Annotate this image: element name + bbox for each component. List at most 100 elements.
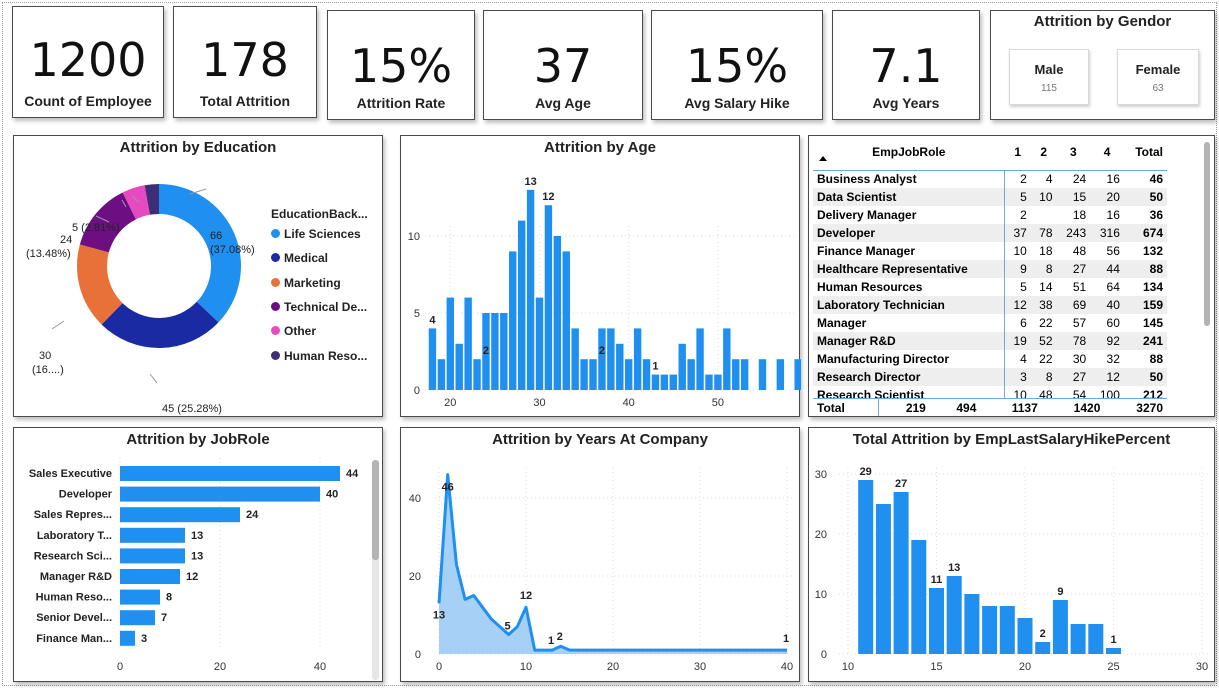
matrix-column-header[interactable]: 3 [1057, 140, 1091, 164]
matrix-cell: 32 [1106, 352, 1120, 366]
salaryhike-bar [999, 606, 1015, 654]
matrix-cell: 16 [1106, 172, 1120, 187]
matrix-cell: 88 [1149, 352, 1163, 366]
education-donut-chart: 66 (37.08%) 45 (25.28%) 30 (16....) 24 (13.48%… [26, 184, 255, 415]
bar-data-label: 4 [429, 314, 436, 326]
matrix-cell: 316 [1099, 226, 1120, 240]
point-data-label: 13 [433, 609, 445, 621]
matrix-column-header[interactable]: Total [1124, 140, 1167, 164]
age-bar [642, 359, 651, 390]
matrix-scrollbar[interactable] [1204, 142, 1210, 326]
table-row[interactable]: Manager 6 22 57 60 145 [813, 314, 1167, 332]
y-tick-label: 5 [414, 308, 420, 320]
legend-item[interactable]: Life Sciences [271, 227, 361, 241]
gender-card-female[interactable]: Female 63 [1117, 49, 1199, 105]
kpi-card-count-employee[interactable]: 1200 Count of Employee [12, 6, 164, 118]
gender-value: 115 [1041, 83, 1057, 94]
table-row[interactable]: Manager R&D 19 52 78 92 241 [813, 332, 1167, 350]
age-bar [740, 359, 749, 390]
matrix-row-label: Finance Manager [813, 242, 1006, 260]
matrix-cell: 46 [1149, 172, 1163, 187]
age-bar [535, 297, 544, 390]
category-label: Research Sci... [34, 550, 112, 562]
x-tick-label: 20 [607, 661, 619, 673]
x-tick-label: 40 [623, 397, 635, 409]
age-bar [544, 205, 553, 390]
point-data-label: 12 [520, 590, 532, 602]
matrix-column-header[interactable]: 2 [1031, 140, 1057, 164]
kpi-card-avg-age[interactable]: 37 Avg Age [483, 10, 643, 120]
kpi-label: Total Attrition [199, 93, 291, 109]
matrix-cell: 243 [1066, 226, 1087, 240]
bar-data-label: 1 [652, 361, 658, 373]
matrix-row-label: Manufacturing Director [813, 350, 1006, 368]
matrix-cell: 50 [1149, 190, 1163, 204]
matrix-corner-header[interactable]: EmpJobRole [813, 140, 1005, 164]
table-row[interactable]: Business Analyst 2 4 24 16 46 [813, 170, 1167, 188]
legend-item[interactable]: Medical [271, 251, 328, 265]
legend-label: Medical [284, 251, 329, 266]
kpi-card-avg-years[interactable]: 7.1 Avg Years [832, 10, 980, 120]
matrix-column-header[interactable]: 1 [1005, 140, 1031, 164]
matrix-cell: 78 [1039, 226, 1053, 240]
matrix-cell: 27 [1072, 370, 1087, 384]
age-bar [571, 328, 579, 390]
matrix-cell: 10 [1039, 190, 1053, 204]
jobrole-scroll-thumb[interactable] [372, 460, 379, 560]
table-row[interactable]: Delivery Manager 2 18 16 36 [813, 206, 1167, 224]
table-row[interactable]: Laboratory Technician 12 38 69 40 159 [813, 296, 1167, 314]
legend-dot-icon [271, 350, 280, 360]
table-row[interactable]: Data Scientist 5 10 15 20 50 [813, 188, 1167, 206]
category-label: Senior Devel... [36, 612, 112, 624]
age-bar [714, 374, 722, 390]
age-bar [580, 359, 588, 390]
salaryhike-bar [1088, 624, 1104, 654]
table-row[interactable]: Manufacturing Director 4 22 30 32 88 [813, 350, 1167, 368]
jobrole-scrollbar[interactable] [372, 460, 379, 680]
legend-item[interactable]: Marketing [271, 276, 341, 290]
salaryhike-bar [911, 540, 927, 654]
table-row[interactable]: Research Director 3 8 27 12 50 [813, 368, 1167, 386]
table-row[interactable]: Healthcare Representative 9 8 27 44 88 [813, 260, 1167, 278]
matrix-cell: 18 [1039, 244, 1053, 258]
matrix-cell: 24 [1072, 172, 1087, 187]
gender-card-male[interactable]: Male 115 [1009, 49, 1089, 105]
age-bar [562, 251, 570, 390]
age-bar [651, 374, 660, 390]
matrix-scroll-thumb[interactable] [1204, 142, 1210, 326]
jobrole-matrix-panel: EmpJobRole 1 2 3 4 Total Business Analyst 2 4 24 1… [808, 135, 1215, 417]
matrix-cell: 1420 [1073, 400, 1101, 415]
bar-data-label: 40 [326, 489, 338, 501]
matrix-column-header[interactable]: 4 [1090, 140, 1124, 164]
kpi-label: Count of Employee [24, 93, 152, 109]
kpi-card-avg-salary-hike[interactable]: 15% Avg Salary Hike [651, 10, 823, 120]
age-bar [732, 359, 740, 390]
legend-item[interactable]: Human Reso... [271, 349, 367, 363]
table-row[interactable]: Human Resources 5 14 51 64 134 [813, 278, 1167, 296]
kpi-card-total-attrition[interactable]: 178 Total Attrition [173, 6, 317, 118]
matrix-cell: 12 [1106, 370, 1120, 384]
salaryhike-bar [1017, 618, 1033, 654]
bar-data-label: 13 [191, 550, 203, 562]
gender-value: 63 [1152, 83, 1164, 94]
y-tick-label: 40 [409, 493, 421, 505]
table-row[interactable]: Developer 37 78 243 316 674 [813, 224, 1167, 242]
jobrole-bar [120, 569, 180, 584]
x-tick-label: 25 [1107, 661, 1119, 673]
y-tick-label: 20 [409, 571, 421, 583]
matrix-cell: 48 [1072, 244, 1087, 258]
matrix-total-row[interactable]: Total 219 494 1137 1420 3270 [813, 398, 1167, 416]
kpi-value: 178 [201, 33, 289, 87]
donut-data-label: (16....) [32, 364, 64, 376]
kpi-label: Attrition Rate [356, 95, 446, 111]
matrix-row-label: Delivery Manager [813, 206, 1006, 224]
legend-item[interactable]: Other [271, 324, 316, 338]
legend-item[interactable]: Technical De... [271, 300, 367, 314]
matrix-cell: 15 [1072, 190, 1087, 204]
matrix-cell: 18 [1072, 208, 1087, 222]
table-row[interactable]: Finance Manager 10 18 48 56 132 [813, 242, 1167, 260]
bar-data-label: 2 [599, 345, 605, 357]
matrix-cell: 51 [1072, 280, 1087, 294]
years-panel: Attrition by Years At Company 0 20 40 0 10 20… [400, 427, 800, 682]
kpi-card-attrition-rate[interactable]: 15% Attrition Rate [327, 10, 475, 120]
